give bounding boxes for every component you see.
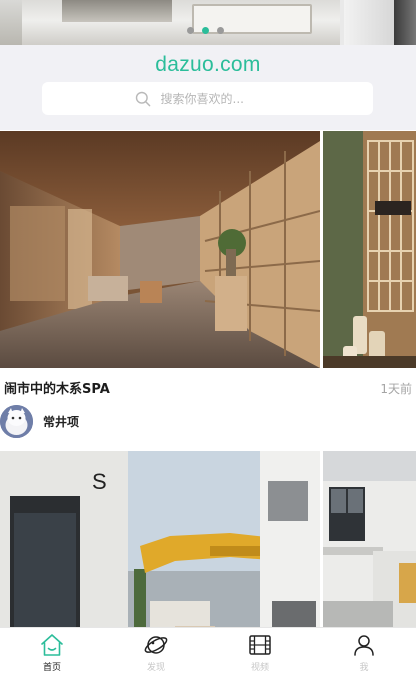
banner-slide-prev[interactable] — [0, 0, 22, 45]
brand-logo[interactable]: dazuo.com — [0, 53, 416, 77]
tab-label: 我 — [359, 663, 369, 673]
tab-label: 发现 — [146, 663, 165, 673]
card-author[interactable]: 常井项 — [0, 403, 79, 439]
planet-icon — [144, 636, 168, 654]
feed-card[interactable]: 闹市中的木系SPA 1天前 常井项 — [0, 131, 416, 438]
card-photo[interactable] — [0, 131, 320, 368]
tab-home[interactable]: 首页 — [0, 628, 104, 675]
header: dazuo.com — [0, 45, 416, 130]
tab-discover[interactable]: 发现 — [104, 628, 208, 675]
film-icon — [249, 635, 271, 655]
author-name[interactable]: 常井项 — [43, 413, 79, 430]
search-input[interactable] — [160, 91, 281, 106]
card-photo[interactable] — [323, 131, 416, 368]
tab-me[interactable]: 我 — [312, 628, 416, 675]
card-image-row[interactable] — [0, 131, 416, 368]
banner-slide-current[interactable] — [22, 0, 340, 45]
card-timestamp: 1天前 — [380, 382, 412, 396]
svg-text:S: S — [92, 469, 107, 494]
banner-slide-next[interactable] — [344, 0, 394, 45]
person-icon — [354, 635, 374, 656]
carousel-dot[interactable] — [217, 27, 224, 34]
carousel-indicator — [187, 27, 224, 34]
banner-slide-edge — [394, 0, 416, 45]
home-icon — [41, 634, 63, 656]
avatar[interactable] — [0, 404, 33, 438]
search-bar[interactable] — [42, 82, 373, 115]
banner-carousel[interactable] — [0, 0, 416, 45]
carousel-dot-active[interactable] — [202, 27, 209, 34]
card-title[interactable]: 闹市中的木系SPA — [4, 378, 110, 397]
tab-video[interactable]: 视频 — [208, 628, 312, 675]
carousel-dot[interactable] — [187, 27, 194, 34]
tab-label: 首页 — [42, 663, 61, 673]
bottom-tab-bar: 首页 发现 视频 我 — [0, 627, 416, 675]
app-page: dazuo.com 搜索你喜欢的... 闹市中的木系SPA 1天前 常井项 S … — [0, 0, 416, 675]
search-icon — [135, 91, 150, 106]
tab-label: 视频 — [250, 663, 269, 673]
